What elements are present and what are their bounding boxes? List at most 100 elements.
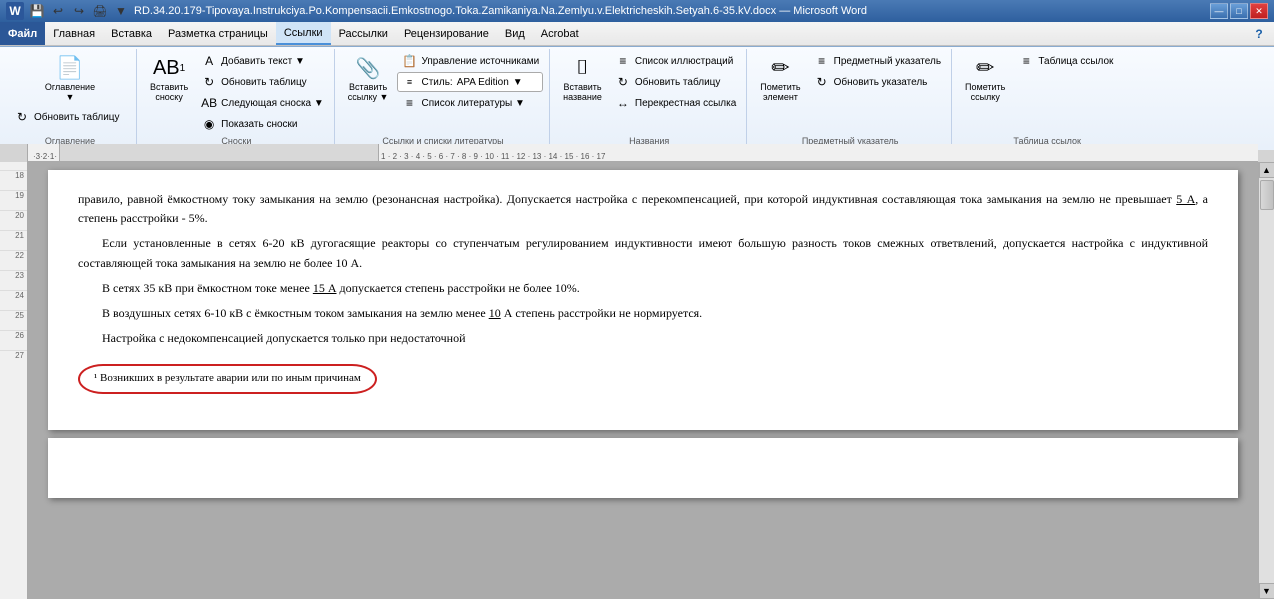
paragraph-1: правило, равной ёмкостному току замыкани… — [78, 190, 1208, 228]
cross-ref-icon: ↔ — [615, 95, 631, 111]
menu-acrobat[interactable]: Acrobat — [533, 22, 587, 45]
ruler-scrollbar-space — [1258, 144, 1274, 162]
menu-page-layout[interactable]: Разметка страницы — [160, 22, 276, 45]
update-idx-icon: ↻ — [814, 74, 830, 90]
ruler-corner — [0, 144, 28, 162]
next-footnote-button[interactable]: AB Следующая сноска ▼ — [197, 93, 328, 113]
update-table-cap-label: Обновить таблицу — [635, 77, 721, 88]
insert-caption-button[interactable]: ⌷ Вставитьназвание — [558, 51, 607, 105]
ribbon-group-toc: 📄 Оглавление ▼ ↻ Обновить таблицу Оглавл… — [4, 49, 137, 148]
style-dropdown[interactable]: ≡ Стиль: APA Edition ▼ — [397, 72, 543, 92]
tableref-small-col: ≡ Таблица ссылок — [1014, 51, 1134, 71]
help-button[interactable]: ? — [1250, 25, 1268, 43]
insert-footnote-button[interactable]: AB1 Вставитьсноску — [145, 51, 193, 105]
scroll-up-button[interactable]: ▲ — [1259, 162, 1274, 178]
document-page-1[interactable]: правило, равной ёмкостному току замыкани… — [48, 170, 1238, 430]
add-text-icon: A — [201, 53, 217, 69]
style-value: APA Edition — [457, 77, 509, 88]
qa-redo[interactable]: ↪ — [70, 2, 88, 20]
menu-view[interactable]: Вид — [497, 22, 533, 45]
mark-citation-button[interactable]: ✏ Пометитьссылку — [960, 51, 1010, 105]
main-area: 18 19 20 21 22 23 24 25 26 27 правило, р… — [0, 162, 1274, 599]
scroll-down-button[interactable]: ▼ — [1259, 583, 1274, 599]
insert-index-button[interactable]: ≡ Предметный указатель — [810, 51, 945, 71]
ruler-mark-26: 26 — [0, 330, 27, 350]
add-text-button[interactable]: A Добавить текст ▼ — [197, 51, 328, 71]
update-table-fn-button[interactable]: ↻ Обновить таблицу — [197, 72, 328, 92]
figure-list-button[interactable]: ≡ Список иллюстраций — [611, 51, 740, 71]
add-text-label: Добавить текст ▼ — [221, 56, 305, 67]
fig-list-icon: ≡ — [615, 53, 631, 69]
update-index-button[interactable]: ↻ Обновить указатель — [810, 72, 945, 92]
paragraph-3: В сетях 35 кВ при ёмкостном токе менее 1… — [78, 279, 1208, 298]
manage-sources-button[interactable]: 📋 Управление источниками — [397, 51, 543, 71]
mark-entry-button[interactable]: ✏ Пометитьэлемент — [755, 51, 805, 105]
insert-citation-icon: 📎 — [354, 54, 382, 82]
style-icon: ≡ — [401, 74, 417, 90]
captions-main: ⌷ Вставитьназвание ≡ Список иллюстраций … — [558, 51, 740, 113]
insert-tableref-label: Таблица ссылок — [1038, 56, 1113, 67]
document-page-2[interactable] — [48, 438, 1238, 498]
title-bar: W 💾 ↩ ↪ 🖨 ▼ RD.34.20.179-Tipovaya.Instru… — [0, 0, 1274, 22]
manage-src-icon: 📋 — [401, 53, 417, 69]
qa-print[interactable]: 🖨 — [91, 2, 109, 20]
insert-tableref-button[interactable]: ≡ Таблица ссылок — [1014, 51, 1134, 71]
next-fn-icon: AB — [201, 95, 217, 111]
qa-save[interactable]: 💾 — [28, 2, 46, 20]
insert-footnote-icon: AB1 — [155, 54, 183, 82]
scroll-thumb[interactable] — [1260, 180, 1274, 210]
vertical-ruler: 18 19 20 21 22 23 24 25 26 27 — [0, 162, 28, 599]
toc-small-buttons: ↻ Обновить таблицу — [10, 107, 130, 127]
menu-file[interactable]: Файл — [0, 22, 45, 45]
menu-review[interactable]: Рецензирование — [396, 22, 497, 45]
menu-mailings[interactable]: Рассылки — [331, 22, 396, 45]
update-toc-icon: ↻ — [14, 109, 30, 125]
ruler-margin-left — [59, 144, 379, 161]
maximize-button[interactable]: □ — [1230, 3, 1248, 19]
next-footnote-label: Следующая сноска ▼ — [221, 98, 324, 109]
menu-references[interactable]: Ссылки — [276, 22, 331, 45]
update-table-cap-button[interactable]: ↻ Обновить таблицу — [611, 72, 740, 92]
ruler-numbers: 1 · 2 · 3 · 4 · 5 · 6 · 7 · 8 · 9 · 10 ·… — [381, 152, 605, 161]
close-button[interactable]: ✕ — [1250, 3, 1268, 19]
index-main: ✏ Пометитьэлемент ≡ Предметный указатель… — [755, 51, 945, 105]
update-cap-icon: ↻ — [615, 74, 631, 90]
menu-home[interactable]: Главная — [45, 22, 103, 45]
insert-citation-button[interactable]: 📎 Вставитьссылку ▼ — [343, 51, 394, 105]
ribbon-group-footnotes: AB1 Вставитьсноску A Добавить текст ▼ ↻ … — [139, 49, 335, 148]
toc-button[interactable]: 📄 Оглавление ▼ — [40, 51, 100, 105]
index-small-col: ≡ Предметный указатель ↻ Обновить указат… — [810, 51, 945, 92]
ribbon: 📄 Оглавление ▼ ↻ Обновить таблицу Оглавл… — [0, 46, 1274, 144]
quick-access-toolbar: 💾 ↩ ↪ 🖨 ▼ — [28, 2, 130, 20]
footnote-box: ¹ Возникших в результате аварии или по и… — [78, 364, 377, 394]
show-footnotes-label: Показать сноски — [221, 119, 297, 130]
captions-small-col: ≡ Список иллюстраций ↻ Обновить таблицу … — [611, 51, 740, 113]
toc-buttons: 📄 Оглавление ▼ — [40, 51, 100, 105]
tableref-main: ✏ Пометитьссылку ≡ Таблица ссылок — [960, 51, 1134, 105]
insert-index-label: Предметный указатель — [834, 56, 941, 67]
cross-ref-label: Перекрестная ссылка — [635, 98, 736, 109]
minimize-button[interactable]: — — [1210, 3, 1228, 19]
ruler-mark: ·3·2·1· — [33, 152, 57, 161]
menu-insert[interactable]: Вставка — [103, 22, 160, 45]
style-label: Стиль: — [421, 77, 452, 88]
update-toc-button[interactable]: ↻ Обновить таблицу — [10, 107, 130, 127]
qa-undo[interactable]: ↩ — [49, 2, 67, 20]
ruler-top-margin — [0, 162, 27, 170]
title-bar-left: W 💾 ↩ ↪ 🖨 ▼ RD.34.20.179-Tipovaya.Instru… — [6, 2, 867, 20]
menu-bar: Файл Главная Вставка Разметка страницы С… — [0, 22, 1274, 46]
document-area: правило, равной ёмкостному току замыкани… — [28, 162, 1258, 599]
show-footnotes-button[interactable]: ◉ Показать сноски — [197, 114, 328, 134]
manage-sources-label: Управление источниками — [421, 56, 539, 67]
bibliography-button[interactable]: ≡ Список литературы ▼ — [397, 93, 543, 113]
qa-more[interactable]: ▼ — [112, 2, 130, 20]
toc-label: Оглавление — [45, 82, 95, 92]
insert-tref-icon: ≡ — [1018, 53, 1034, 69]
insert-caption-label: Вставитьназвание — [563, 82, 602, 102]
title-controls[interactable]: — □ ✕ — [1210, 3, 1268, 19]
update-toc-label: Обновить таблицу — [34, 112, 120, 123]
paragraph-5: Настройка с недокомпенсацией допускается… — [78, 329, 1208, 348]
paragraph-4: В воздушных сетях 6-10 кВ с ёмкостным то… — [78, 304, 1208, 323]
cross-ref-button[interactable]: ↔ Перекрестная ссылка — [611, 93, 740, 113]
insert-citation-label: Вставитьссылку ▼ — [348, 82, 389, 102]
